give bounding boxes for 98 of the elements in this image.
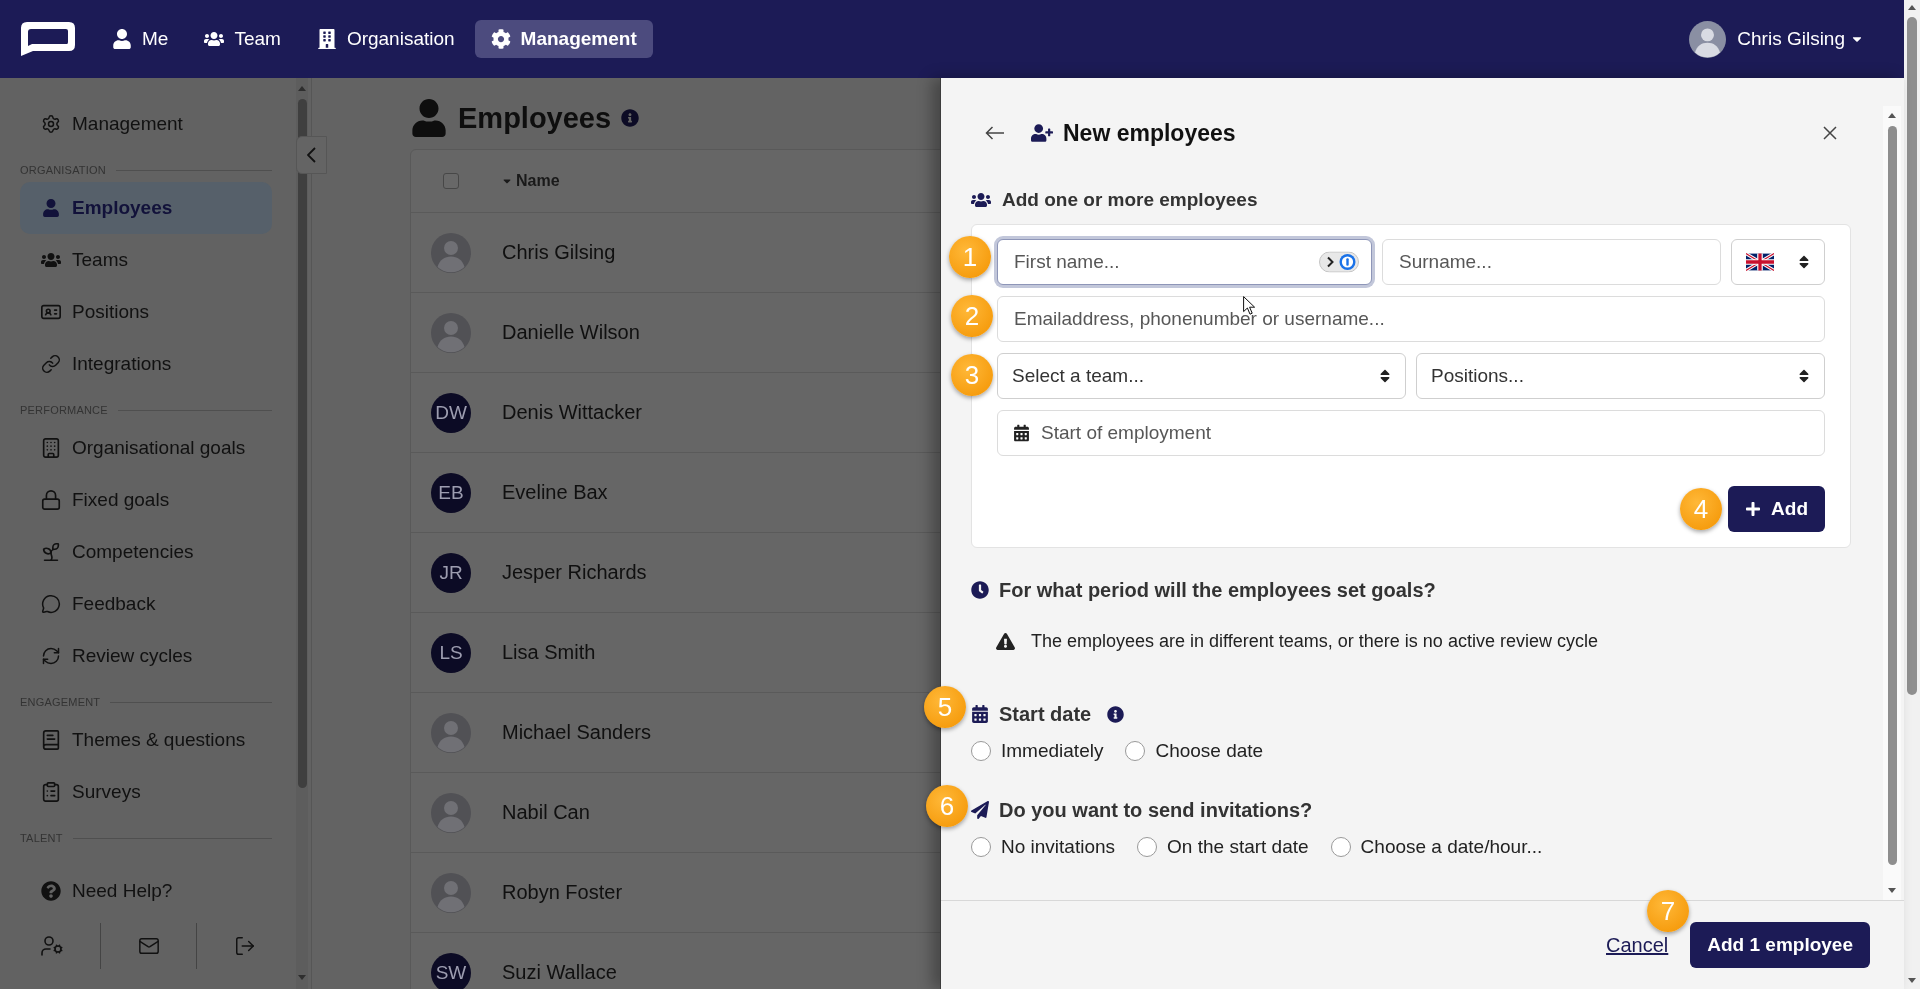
select-all-checkbox[interactable] <box>443 173 459 189</box>
building-icon <box>40 437 62 459</box>
step-marker: 1 <box>949 236 991 278</box>
avatar-silhouette-icon <box>431 872 471 913</box>
employee-name: Denis Wittacker <box>501 401 644 424</box>
scroll-down-arrow-icon[interactable] <box>1888 888 1896 893</box>
step-marker: 3 <box>951 354 993 396</box>
people-icon <box>41 250 61 270</box>
lock-icon <box>40 489 62 511</box>
close-button[interactable] <box>1823 126 1837 140</box>
nav-link[interactable]: Organisation <box>300 20 471 58</box>
logo-icon[interactable] <box>20 21 76 57</box>
initials-avatar: JR <box>431 552 471 593</box>
step-marker: 5 <box>924 686 966 728</box>
step-marker: 4 <box>1680 488 1723 530</box>
user-gear-icon <box>40 934 64 958</box>
sprout-icon <box>40 541 62 563</box>
employee-name: Lisa Smith <box>501 641 597 664</box>
envelope-icon <box>137 935 160 957</box>
employee-name: Michael Sanders <box>501 721 652 744</box>
people-icon <box>971 190 991 210</box>
add-button[interactable]: Add <box>1728 486 1825 532</box>
employee-name: Nabil Can <box>501 801 591 824</box>
calendar-icon <box>1013 424 1030 442</box>
autofill-icon[interactable] <box>1319 251 1359 273</box>
add-employee-button[interactable]: Add 1 employee <box>1690 922 1870 968</box>
warning-message: The employees are in different teams, or there is no active review cycle <box>1031 630 1598 652</box>
step-marker: 2 <box>951 295 993 337</box>
user-menu[interactable]: Chris Gilsing <box>1737 28 1864 50</box>
scrollbar-thumb[interactable] <box>1887 126 1897 865</box>
section-heading: Do you want to send invitations? <box>999 798 1313 822</box>
surname-input[interactable]: Surname... <box>1382 239 1721 285</box>
radio-option[interactable]: Choose a date/hour... <box>1330 836 1543 858</box>
section-title: Add one or more employees <box>1002 189 1258 211</box>
nav-link[interactable]: Management <box>474 20 653 58</box>
employee-name: Chris Gilsing <box>501 241 617 264</box>
page-title: Employees <box>458 101 612 135</box>
link-icon <box>41 354 61 374</box>
clock-icon <box>971 581 989 599</box>
nav-link[interactable]: Team <box>188 20 297 58</box>
language-select[interactable] <box>1731 239 1825 285</box>
gear-icon <box>490 29 511 49</box>
employee-name: Suzi Wallace <box>501 961 618 984</box>
section-heading: For what period will the employees set goals? <box>999 578 1436 602</box>
panel-title: New employees <box>1063 119 1236 147</box>
step-marker: 6 <box>926 785 968 827</box>
nav-link[interactable]: Me <box>96 20 185 58</box>
scroll-up-arrow-icon[interactable] <box>1908 5 1916 10</box>
person-icon <box>42 199 60 217</box>
initials-avatar: LS <box>431 632 471 673</box>
clipboard-icon <box>40 781 62 803</box>
close-icon <box>1823 126 1837 140</box>
speech-bubble-icon <box>41 594 61 614</box>
initials-avatar: EB <box>431 472 471 513</box>
building-icon <box>316 29 337 49</box>
avatar-silhouette-icon <box>1689 20 1727 58</box>
collapse-sidebar-button[interactable] <box>296 136 327 174</box>
people-icon <box>204 29 225 49</box>
book-icon <box>40 729 62 751</box>
gear-icon <box>41 114 61 134</box>
info-icon[interactable] <box>1107 705 1125 723</box>
radio-option[interactable]: Immediately <box>971 740 1104 762</box>
initials-avatar: SW <box>431 952 471 989</box>
section-heading: Start date <box>999 702 1092 726</box>
employee-name: Jesper Richards <box>501 561 648 584</box>
avatar-silhouette-icon <box>431 792 471 833</box>
warning-icon <box>996 631 1015 651</box>
first-name-input[interactable]: First name... <box>997 239 1372 285</box>
positions-select[interactable]: Positions... <box>1416 353 1825 399</box>
person-icon <box>410 99 448 137</box>
paper-plane-icon <box>971 801 989 819</box>
scroll-down-arrow-icon[interactable] <box>1908 978 1916 983</box>
scrollbar-thumb[interactable] <box>297 99 307 788</box>
scroll-up-arrow-icon[interactable] <box>1888 113 1896 118</box>
plus-icon <box>1745 501 1762 517</box>
radio-option[interactable]: On the start date <box>1137 836 1309 858</box>
back-button[interactable] <box>985 126 1005 140</box>
avatar-silhouette-icon <box>431 312 471 353</box>
employee-name: Eveline Bax <box>501 481 609 504</box>
chevron-left-icon <box>307 147 316 163</box>
radio-option[interactable]: Choose date <box>1125 740 1264 762</box>
refresh-icon <box>41 646 61 666</box>
initials-avatar: DW <box>431 392 471 433</box>
contact-input[interactable]: Emailaddress, phonenumber or username... <box>997 296 1825 342</box>
arrow-left-icon <box>985 126 1005 140</box>
user-plus-icon <box>1031 122 1053 144</box>
employee-name: Robyn Foster <box>501 881 624 904</box>
start-of-employment-input[interactable]: Start of employment <box>997 410 1825 456</box>
radio-option[interactable]: No invitations <box>971 836 1116 858</box>
employee-name: Danielle Wilson <box>501 321 641 344</box>
step-marker: 7 <box>1647 890 1689 932</box>
avatar-silhouette-icon <box>431 712 471 753</box>
avatar-silhouette-icon <box>431 232 471 273</box>
team-select[interactable]: Select a team... <box>997 353 1406 399</box>
person-icon <box>112 29 132 49</box>
flag-icon <box>1746 253 1774 271</box>
calendar-icon <box>971 705 989 723</box>
scrollbar-thumb[interactable] <box>1907 17 1917 695</box>
